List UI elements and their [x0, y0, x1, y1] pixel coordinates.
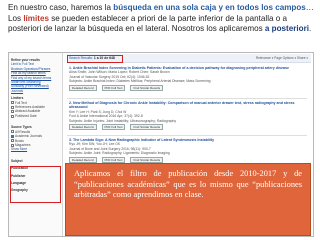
result-item: 1. Ankle Brachial Index Screening in Dia…	[69, 66, 309, 91]
checkbox[interactable]	[11, 130, 14, 134]
result-actions: Detailed Record PDF Full Text Find Simil…	[69, 124, 309, 131]
sidebar: Refine your results Limit to Full Text B…	[9, 53, 63, 236]
pdf-full-text-button[interactable]: PDF Full Text	[101, 156, 126, 163]
page-options[interactable]: Relevance ▾ Page Options ▾ Share ▾	[256, 56, 308, 60]
result-actions: Detailed Record PDF Full Text Find Simil…	[69, 84, 309, 91]
intro-part: .	[308, 24, 312, 33]
intro-part: En nuestro caso, haremos la	[8, 3, 114, 12]
detailed-record-button[interactable]: Detailed Record	[69, 124, 97, 131]
result-subjects: Subjects: Ankle Brachial Index; Diabetes…	[69, 79, 211, 84]
subject-heading[interactable]: Subject	[11, 159, 60, 163]
intro-highlight-search: búsqueda en una sola caja y en todos los…	[113, 3, 306, 12]
result-actions: Detailed Record PDF Full Text Find Simil…	[69, 156, 309, 163]
find-similar-button[interactable]: Find Similar Results	[130, 124, 164, 131]
result-subjects: Subjects: Ankle Injuries; Joint Instabil…	[69, 118, 177, 123]
find-similar-button[interactable]: Find Similar Results	[130, 84, 164, 91]
results-header: Search Results: 1 a 10 de 648 Relevance …	[67, 54, 311, 63]
result-subjects: Subjects: Ankle Joint; Radiography; Liga…	[69, 151, 170, 156]
explanation-callout: Aplicamos el filtro de publicación desde…	[65, 163, 311, 236]
checkbox[interactable]	[11, 114, 14, 118]
limiter-label: Published Date	[15, 113, 37, 118]
divider	[67, 98, 307, 99]
sidebar-link[interactable]: Scholarly (Peer Reviewed) Journals	[11, 84, 60, 93]
callout-text: Aplicamos el filtro de publicación desde…	[74, 169, 302, 200]
intro-part: se pueden establecer a priori de la part…	[8, 13, 287, 34]
results-highlight-box	[67, 55, 123, 63]
checkbox-checked[interactable]	[11, 134, 14, 138]
result-title[interactable]: 2. New Method of Diagnosis for Chronic A…	[69, 101, 309, 110]
checkbox[interactable]	[11, 139, 14, 143]
result-item: 3. The Lambda Sign: A New Radiographic I…	[69, 138, 309, 163]
result-item: 2. New Method of Diagnosis for Chronic A…	[69, 101, 309, 131]
checkbox[interactable]	[11, 101, 14, 105]
checkbox[interactable]	[11, 110, 14, 114]
intro-text: En nuestro caso, haremos la búsqueda en …	[8, 3, 314, 35]
intro-highlight-aposteriori: a posteriori	[264, 24, 309, 33]
detailed-record-button[interactable]: Detailed Record	[69, 84, 97, 91]
limits-highlight-box	[10, 166, 61, 203]
pdf-full-text-button[interactable]: PDF Full Text	[101, 124, 126, 131]
intro-highlight-limits: límites	[23, 13, 49, 23]
pdf-full-text-button[interactable]: PDF Full Text	[101, 84, 126, 91]
detailed-record-button[interactable]: Detailed Record	[69, 156, 97, 163]
checkbox[interactable]	[11, 105, 14, 109]
checkbox[interactable]	[11, 143, 14, 147]
divider	[67, 135, 307, 136]
find-similar-button[interactable]: Find Similar Results	[130, 156, 164, 163]
